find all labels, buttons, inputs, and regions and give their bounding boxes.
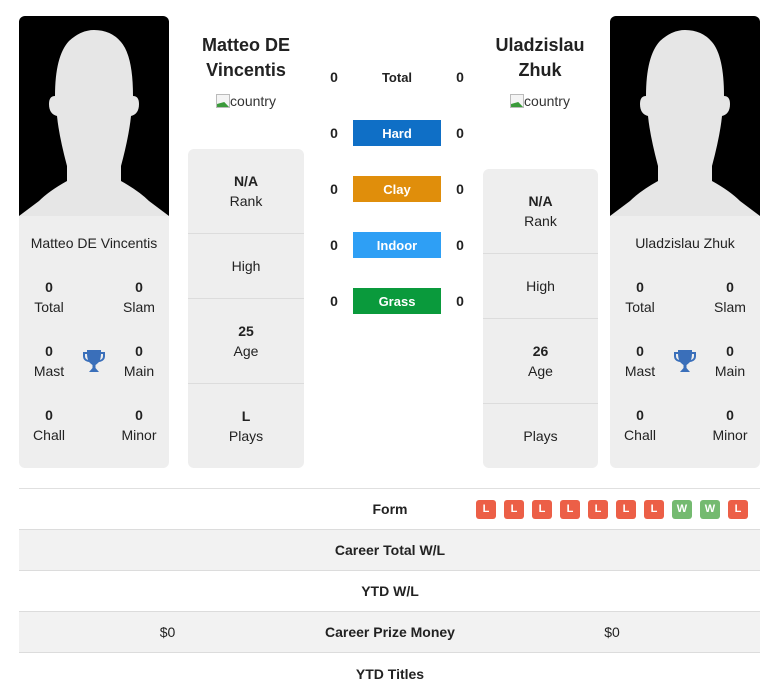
player2-photo (610, 16, 760, 216)
player2-main-titles: 0 Main (714, 343, 746, 379)
player1-header-name[interactable]: Matteo DE Vincentis (166, 33, 326, 83)
form-badge-loss[interactable]: L (476, 499, 496, 519)
form-badge-loss[interactable]: L (728, 499, 748, 519)
surface-row-grass: 0 Grass 0 (320, 288, 480, 314)
comparison-table: Form LLLLLLLWWL Career Total W/L YTD W/L… (19, 488, 760, 694)
player2-age: 26 Age (483, 319, 598, 404)
player2-high: High (483, 254, 598, 319)
row-label-career-wl: Career Total W/L (334, 542, 446, 558)
silhouette-icon (610, 30, 760, 216)
player1-name: Matteo DE Vincentis (30, 235, 158, 251)
p1-hard-count: 0 (330, 125, 338, 141)
p2-hard-count: 0 (456, 125, 464, 141)
player1-info-card: N/A Rank High 25 Age L Plays (188, 149, 304, 468)
broken-image-icon (510, 94, 525, 108)
form-badge-loss[interactable]: L (532, 499, 552, 519)
player1-minor-titles: 0 Minor (121, 407, 157, 443)
player1-total-titles: 0 Total (34, 279, 64, 315)
row-label-prize-money: Career Prize Money (325, 624, 455, 640)
player2-slam-titles: 0 Slam (714, 279, 746, 315)
trophy-icon (79, 341, 109, 381)
p2-prize-money: $0 (604, 624, 620, 640)
form-badges: LLLLLLLWWL (464, 499, 760, 519)
p1-indoor-count: 0 (330, 237, 338, 253)
form-badge-win[interactable]: W (700, 499, 720, 519)
p2-grass-count: 0 (456, 293, 464, 309)
silhouette-icon (19, 30, 169, 216)
player1-mast-titles: 0 Mast (33, 343, 65, 379)
surface-badge-clay: Clay (353, 176, 441, 202)
form-badge-win[interactable]: W (672, 499, 692, 519)
p1-total-count: 0 (330, 69, 338, 85)
player1-plays: L Plays (228, 408, 264, 444)
player1-age: 25 Age (188, 299, 304, 384)
p2-clay-count: 0 (456, 181, 464, 197)
player2-plays: Plays (523, 428, 558, 444)
player2-minor-titles: 0 Minor (712, 407, 748, 443)
table-row: $0 Career Prize Money $0 (19, 612, 760, 653)
surface-row-hard: 0 Hard 0 (320, 120, 480, 146)
player1-high: High (188, 234, 304, 299)
player2-name: Uladzislau Zhuk (635, 235, 735, 251)
p1-clay-count: 0 (330, 181, 338, 197)
p1-grass-count: 0 (330, 293, 338, 309)
trophy-icon (670, 341, 700, 381)
player2-total-titles: 0 Total (625, 279, 655, 315)
table-row: Career Total W/L (19, 530, 760, 571)
player2-info-card: N/A Rank High 26 Age Plays (483, 169, 598, 468)
player1-rank: N/A Rank (188, 149, 304, 234)
form-badge-loss[interactable]: L (644, 499, 664, 519)
player2-country-flag: country (460, 93, 620, 109)
player1-main-titles: 0 Main (123, 343, 155, 379)
form-badge-loss[interactable]: L (616, 499, 636, 519)
surface-badge-hard: Hard (353, 120, 441, 146)
player2-chall-titles: 0 Chall (624, 407, 656, 443)
player1-photo (19, 16, 169, 216)
table-row: YTD W/L (19, 571, 760, 612)
player1-chall-titles: 0 Chall (33, 407, 65, 443)
player1-country-flag: country (166, 93, 326, 109)
surface-row-indoor: 0 Indoor 0 (320, 232, 480, 258)
form-label: Form (372, 501, 408, 517)
player1-slam-titles: 0 Slam (123, 279, 155, 315)
form-badge-loss[interactable]: L (588, 499, 608, 519)
row-label-ytd-titles: YTD Titles (355, 665, 425, 682)
row-label-ytd-wl: YTD W/L (361, 583, 419, 599)
surface-row-clay: 0 Clay 0 (320, 176, 480, 202)
player2-mast-titles: 0 Mast (624, 343, 656, 379)
surface-label-total: Total (381, 69, 413, 85)
surface-row-total: 0 Total 0 (320, 64, 480, 90)
player2-rank: N/A Rank (483, 169, 598, 254)
table-row: YTD Titles (19, 653, 760, 694)
form-row: Form LLLLLLLWWL (19, 489, 760, 530)
p1-prize-money: $0 (159, 624, 176, 640)
surface-badge-grass: Grass (353, 288, 441, 314)
player1-card: Matteo DE Vincentis 0 Total 0 Slam 0 Mast 0… (19, 16, 169, 468)
broken-image-icon (216, 94, 231, 108)
p2-indoor-count: 0 (456, 237, 464, 253)
surface-badge-indoor: Indoor (353, 232, 441, 258)
form-badge-loss[interactable]: L (560, 499, 580, 519)
form-badge-loss[interactable]: L (504, 499, 524, 519)
player2-header-name[interactable]: Uladzislau Zhuk (460, 33, 620, 83)
player2-card: Uladzislau Zhuk 0 Total 0 Slam 0 Mast 0 Main… (610, 16, 760, 468)
